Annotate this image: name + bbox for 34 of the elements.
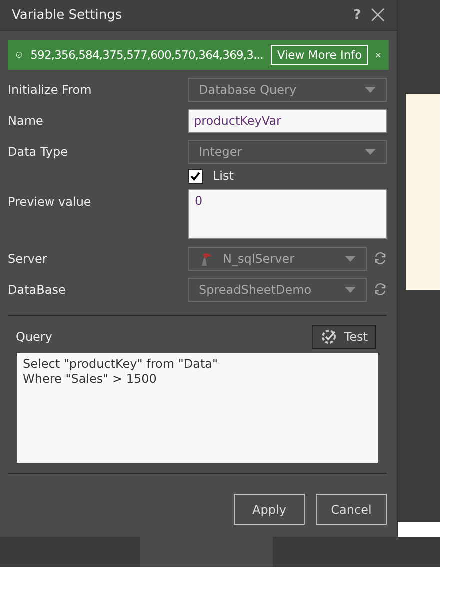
checkbox-label: List xyxy=(213,169,234,183)
dropdown-arrow-icon xyxy=(345,286,356,292)
refresh-icon[interactable] xyxy=(374,252,387,265)
field-label: Name xyxy=(8,114,44,128)
view-more-info-button[interactable]: View More Info xyxy=(271,45,368,65)
field-label: Initialize From xyxy=(8,82,93,96)
gear-check-icon xyxy=(320,328,338,346)
refresh-icon[interactable] xyxy=(374,283,387,296)
query-editor[interactable]: Select "productKey" from "Data" Where "Sales" > 1500 xyxy=(17,353,378,463)
dropdown[interactable]: SpreadSheetDemo xyxy=(188,278,367,302)
server-icon xyxy=(199,250,213,266)
checkbox[interactable] xyxy=(188,168,203,184)
dropdown-arrow-icon xyxy=(345,256,356,262)
dropdown-arrow-icon xyxy=(365,148,376,154)
dropdown[interactable]: N_sqlServer xyxy=(188,246,367,270)
dropdown-arrow-icon xyxy=(365,86,376,92)
dialog-button[interactable]: Apply xyxy=(234,494,305,525)
name-field[interactable]: productKeyVar xyxy=(188,108,387,132)
close-icon[interactable] xyxy=(371,8,385,22)
banner-message: 592,356,584,375,577,600,570,364,369,3... xyxy=(30,48,264,62)
query-label: Query xyxy=(16,330,52,344)
window-title: Variable Settings xyxy=(12,8,124,22)
field-label: DataBase xyxy=(8,282,67,296)
field-label: Server xyxy=(8,252,48,266)
dropdown[interactable]: Database Query xyxy=(188,78,387,102)
test-button[interactable]: Test xyxy=(312,325,376,349)
preview-field[interactable]: 0 xyxy=(188,189,387,239)
query-line: Select "productKey" from "Data" xyxy=(23,357,220,372)
field-label: Preview value xyxy=(8,194,92,209)
dialog-button[interactable]: Cancel xyxy=(316,494,387,525)
query-line: Where "Sales" > 1500 xyxy=(23,372,158,387)
field-label: Data Type xyxy=(8,144,70,158)
dropdown[interactable]: Integer xyxy=(188,140,387,164)
help-button[interactable]: ? xyxy=(353,8,361,22)
